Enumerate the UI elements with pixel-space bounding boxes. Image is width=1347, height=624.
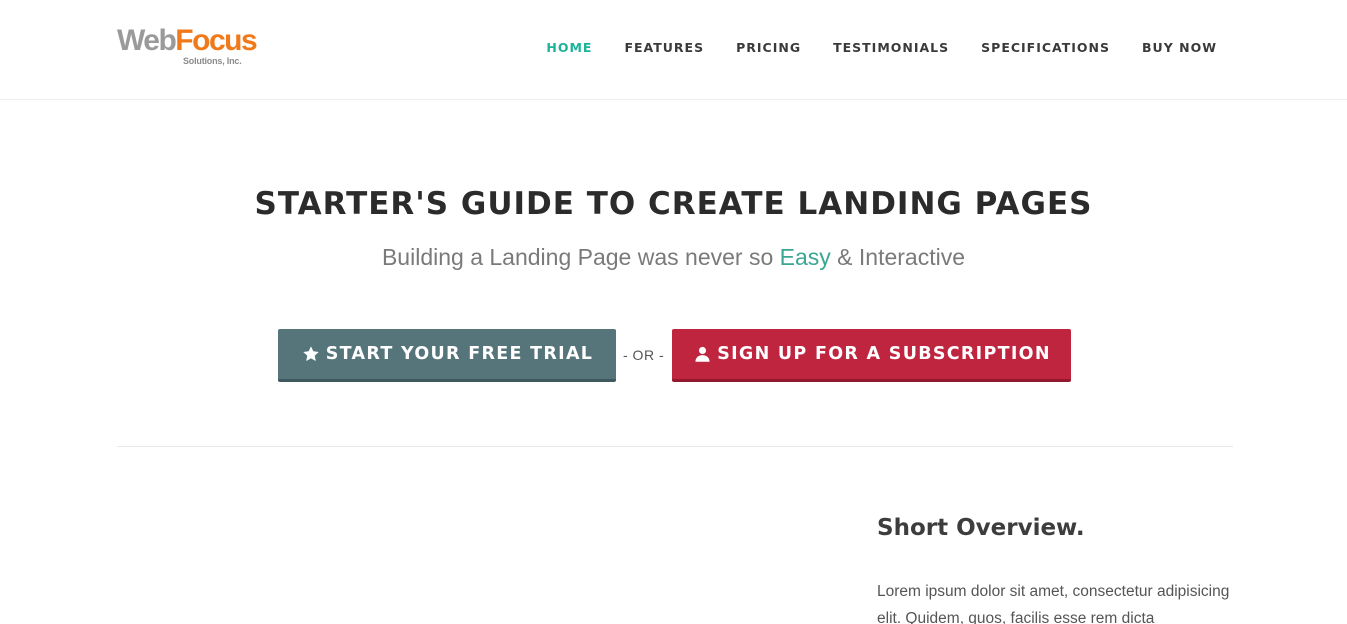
hero-subtitle-start: Building a Landing Page was never so [381,244,780,270]
hero-subtitle-accent: Easy [779,244,831,270]
hero-subtitle-end: & Interactive [830,244,966,270]
hero-subtitle: Building a Landing Page was never so Eas… [0,242,1347,272]
nav-item-pricing[interactable]: PRICING [736,40,801,56]
user-icon [692,344,712,364]
star-icon [301,344,321,364]
start-free-trial-label: START YOUR FREE TRIAL [325,344,594,364]
hero-title: STARTER'S GUIDE TO CREATE LANDING PAGES [254,186,1093,222]
nav-item-home[interactable]: HOME [546,40,592,56]
nav-item-buy-now[interactable]: BUY NOW [1142,40,1217,56]
subscribe-label: SIGN UP FOR A SUBSCRIPTION [717,344,1051,364]
nav-item-specifications[interactable]: SPECIFICATIONS [981,40,1110,56]
logo-word-focus: Focus [175,24,257,57]
start-free-trial-button[interactable]: START YOUR FREE TRIAL [278,329,616,382]
section-divider [117,446,1233,447]
main-nav: HOME FEATURES PRICING TESTIMONIALS SPECI… [514,40,1217,56]
logo[interactable]: WebFocus Solutions, Inc. [117,24,258,70]
subscribe-button[interactable]: SIGN UP FOR A SUBSCRIPTION [672,329,1071,382]
or-separator: - OR - [623,347,665,363]
logo-wordmark: WebFocus [117,24,258,58]
overview-title: Short Overview. [877,515,1085,541]
site-header: WebFocus Solutions, Inc. HOME FEATURES P… [0,0,1347,100]
cta-row: START YOUR FREE TRIAL - OR - SIGN UP FOR… [278,329,1078,382]
nav-item-features[interactable]: FEATURES [624,40,704,56]
logo-tagline: Solutions, Inc. [183,56,242,66]
overview-text: Lorem ipsum dolor sit amet, consectetur … [877,583,1230,624]
nav-item-testimonials[interactable]: TESTIMONIALS [833,40,949,56]
logo-word-web: Web [117,24,177,57]
